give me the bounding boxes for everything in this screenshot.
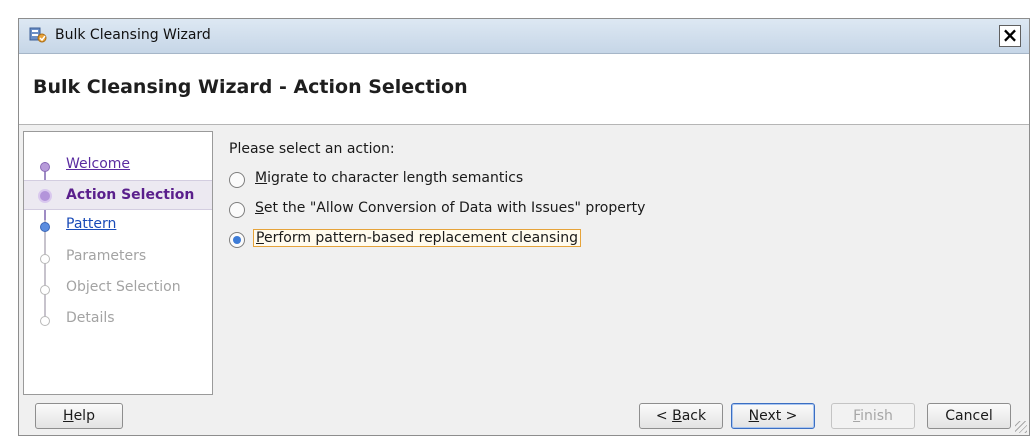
help-button[interactable]: Help [35, 403, 123, 429]
step-disabled-icon [40, 285, 50, 295]
step-welcome[interactable]: Welcome [24, 150, 212, 180]
radio-label: Set the "Allow Conversion of Data with I… [255, 200, 646, 216]
step-visited-icon [40, 162, 50, 172]
radio-button[interactable] [229, 172, 245, 188]
step-pattern[interactable]: Pattern [24, 210, 212, 240]
step-label: Parameters [66, 248, 147, 264]
finish-button: Finish [831, 403, 915, 429]
step-details: Details [24, 304, 212, 334]
radio-label: Migrate to character length semantics [255, 170, 524, 186]
cancel-button[interactable]: Cancel [927, 403, 1011, 429]
step-action-selection: Action Selection [24, 180, 212, 210]
wizard-app-icon [29, 27, 47, 43]
back-button[interactable]: < Back [639, 403, 723, 429]
close-button[interactable]: × [999, 25, 1021, 47]
wizard-steps-panel: Welcome Action Selection Pattern Paramet… [23, 131, 213, 395]
step-label: Details [66, 310, 115, 326]
step-next-icon [40, 222, 50, 232]
next-button[interactable]: Next > [731, 403, 815, 429]
resize-grip-icon[interactable] [1015, 421, 1027, 433]
wizard-window: Bulk Cleansing Wizard × Bulk Cleansing W… [18, 18, 1030, 436]
step-label: Object Selection [66, 279, 181, 295]
action-prompt: Please select an action: [229, 141, 395, 157]
wizard-header: Bulk Cleansing Wizard - Action Selection [19, 54, 1029, 125]
title-bar[interactable]: Bulk Cleansing Wizard × [19, 19, 1029, 54]
close-icon: × [1001, 23, 1019, 47]
step-disabled-icon [40, 316, 50, 326]
page-title: Bulk Cleansing Wizard - Action Selection [33, 76, 468, 98]
step-object-selection: Object Selection [24, 273, 212, 303]
step-label: Pattern [66, 216, 117, 232]
radio-label: Perform pattern-based replacement cleans… [253, 229, 582, 247]
radio-button[interactable] [229, 202, 245, 218]
step-disabled-icon [40, 254, 50, 264]
step-current-icon [38, 189, 52, 203]
action-selection-content: Please select an action: Migrate to char… [229, 131, 1019, 395]
window-title: Bulk Cleansing Wizard [55, 27, 211, 43]
step-parameters: Parameters [24, 242, 212, 272]
radio-button-selected[interactable] [229, 232, 245, 248]
step-label: Action Selection [66, 187, 195, 203]
step-label: Welcome [66, 156, 131, 172]
